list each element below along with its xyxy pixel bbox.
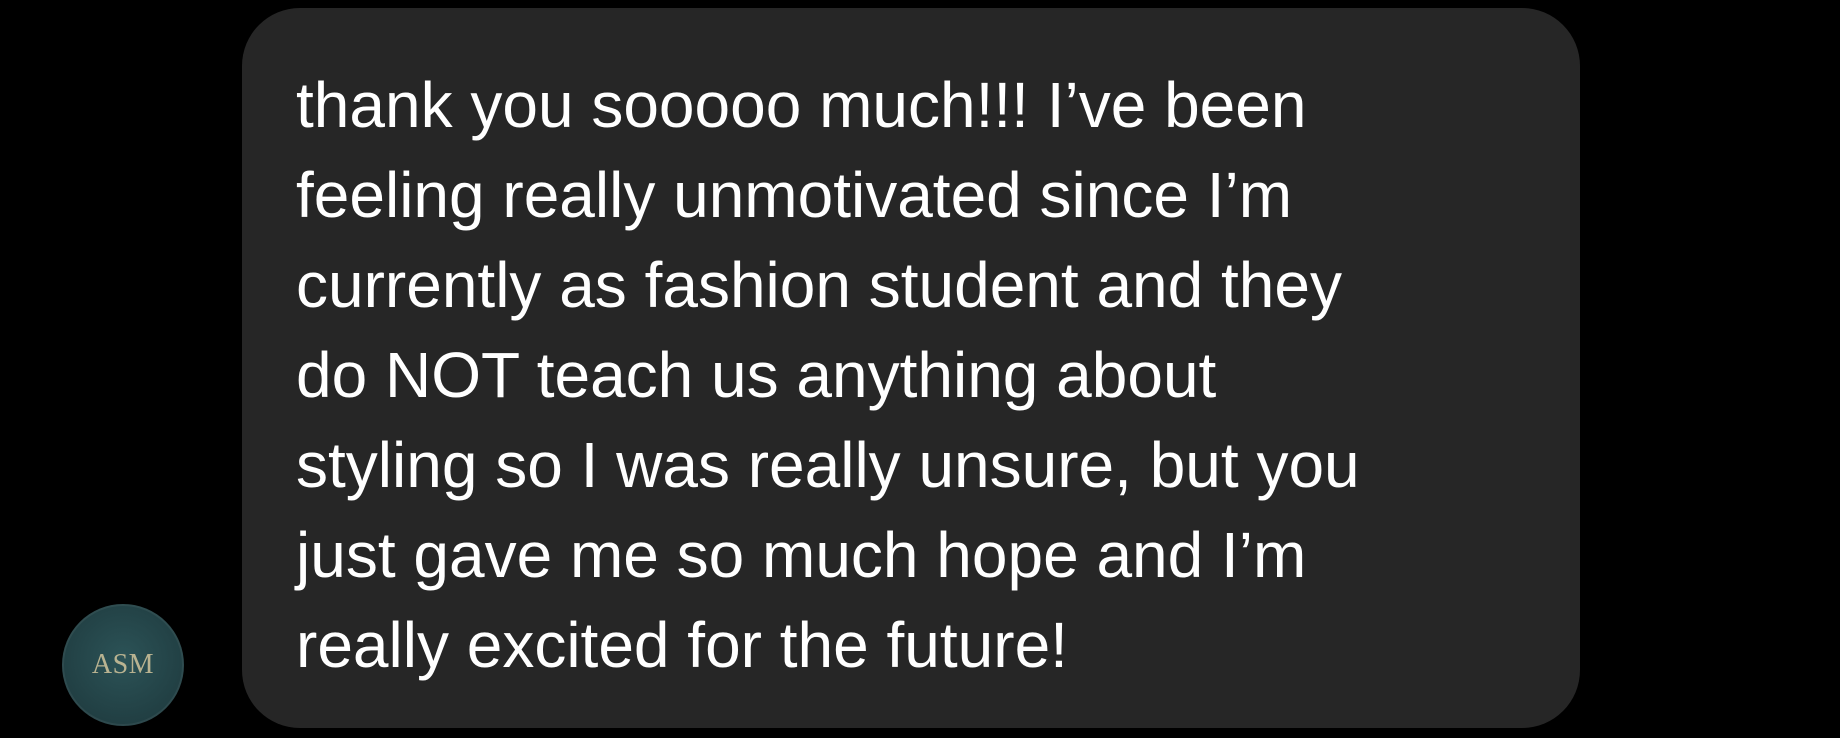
received-message-bubble[interactable]: thank you sooooo much!!! I’ve been feeli… bbox=[242, 8, 1580, 728]
avatar-initials: ASM bbox=[91, 649, 155, 680]
message-thread: ASM thank you sooooo much!!! I’ve been f… bbox=[0, 0, 1840, 738]
sender-avatar[interactable]: ASM bbox=[62, 604, 184, 726]
message-text: thank you sooooo much!!! I’ve been feeli… bbox=[296, 69, 1360, 681]
